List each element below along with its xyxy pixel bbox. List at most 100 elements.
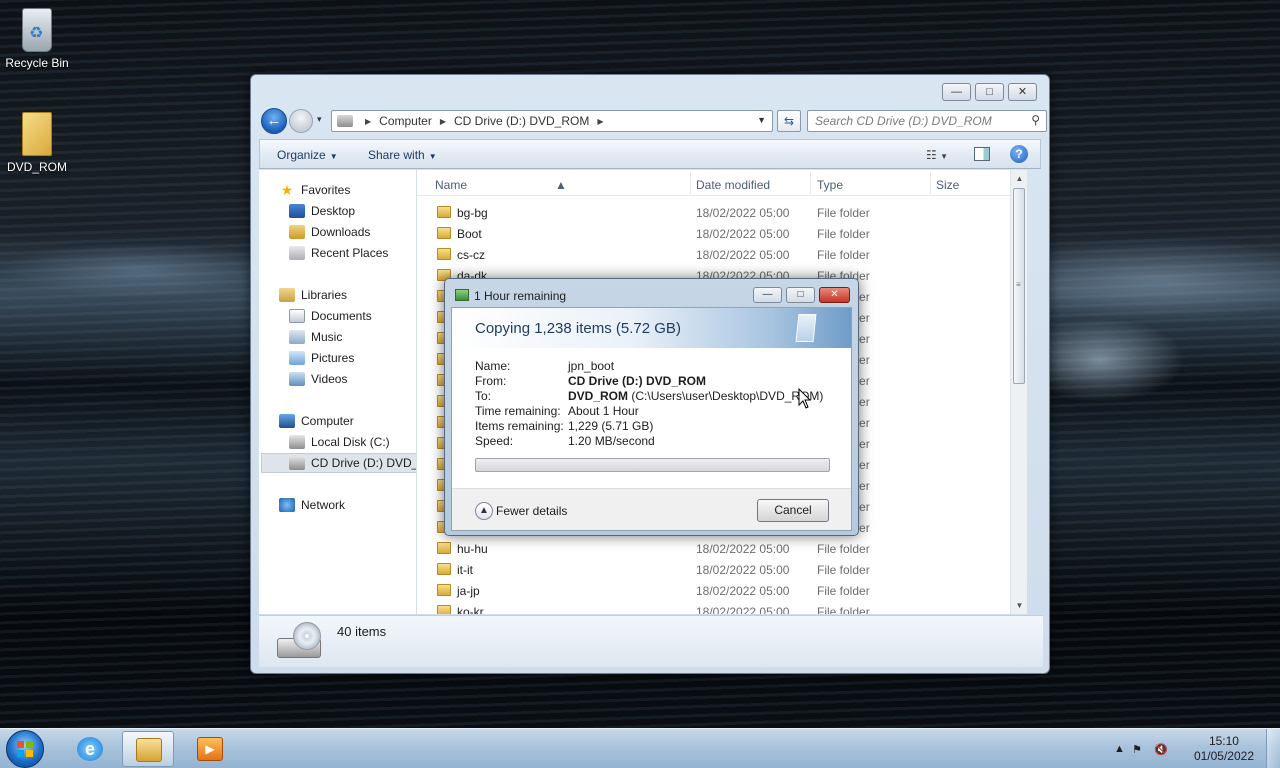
nav-favorites[interactable]: ★ Favorites (279, 181, 351, 199)
navigation-pane: ★ Favorites Desktop Downloads Recent Plac… (259, 170, 417, 614)
taskbar: e ▶ ▲ ⚑ 🔇 15:10 01/05/2022 (0, 728, 1280, 768)
file-row[interactable]: ko-kr 18/02/2022 05:00 File folder (417, 601, 1027, 614)
column-divider[interactable] (810, 172, 811, 194)
copy-heading: Copying 1,238 items (5.72 GB) (475, 320, 681, 337)
videos-icon (289, 372, 305, 386)
file-row[interactable]: it-it 18/02/2022 05:00 File folder (417, 559, 1027, 580)
forward-button[interactable] (289, 109, 313, 133)
nav-local-disk[interactable]: Local Disk (C:) (289, 433, 390, 451)
copy-icon (455, 289, 469, 301)
window-controls: — □ ✕ (942, 83, 1037, 101)
internet-explorer-icon: e (77, 737, 103, 761)
close-button[interactable]: ✕ (1008, 83, 1037, 101)
copy-progress-dialog: 1 Hour remaining — □ ✕ Copying 1,238 ite… (444, 278, 859, 536)
start-button[interactable] (6, 730, 44, 768)
destination-path: (C:\Users\user\Desktop\DVD_ROM) (631, 389, 824, 403)
scroll-down-icon[interactable]: ▼ (1011, 597, 1027, 614)
page-flip-icon (795, 314, 817, 342)
nav-recent-places-label: Recent Places (311, 246, 389, 260)
file-row[interactable]: cs-cz 18/02/2022 05:00 File folder (417, 244, 1027, 265)
help-button[interactable]: ? (1010, 145, 1028, 163)
address-bar[interactable]: ▶ Computer ▶ CD Drive (D:) DVD_ROM ▶ ▼ (331, 110, 773, 132)
vertical-scrollbar[interactable]: ▲ ≡ ▼ (1010, 170, 1027, 614)
column-size[interactable]: Size (936, 178, 959, 192)
fewer-details-toggle[interactable]: ▲ Fewer details (475, 502, 567, 520)
system-clock[interactable]: 15:10 01/05/2022 (1194, 734, 1254, 764)
file-row[interactable]: bg-bg 18/02/2022 05:00 File folder (417, 202, 1027, 223)
minimize-button[interactable]: — (942, 83, 971, 101)
file-row[interactable]: Boot 18/02/2022 05:00 File folder (417, 223, 1027, 244)
share-with-menu[interactable]: Share with ▼ (368, 148, 437, 162)
column-name[interactable]: Name (435, 178, 467, 192)
libraries-icon (279, 288, 295, 302)
file-row[interactable]: hu-hu 18/02/2022 05:00 File folder (417, 538, 1027, 559)
destination-link[interactable]: DVD_ROM (568, 389, 628, 403)
file-row[interactable]: ja-jp 18/02/2022 05:00 File folder (417, 580, 1027, 601)
search-input[interactable]: Search CD Drive (D:) DVD_ROM ⚲ (807, 110, 1047, 132)
recent-pages-dropdown[interactable]: ▾ (317, 114, 322, 125)
notification-area: ▲ ⚑ 🔇 15:10 01/05/2022 (1110, 729, 1280, 768)
column-date-modified[interactable]: Date modified (696, 178, 770, 192)
nav-libraries[interactable]: Libraries (279, 286, 347, 304)
show-hidden-icons-button[interactable]: ▲ (1114, 743, 1125, 755)
back-button[interactable]: ← (261, 108, 287, 134)
dialog-close-button[interactable]: ✕ (819, 287, 850, 303)
maximize-button[interactable]: □ (975, 83, 1004, 101)
file-name: Boot (457, 227, 482, 241)
command-bar: Organize ▼ Share with ▼ ☷ ▼ ? (259, 139, 1041, 169)
refresh-button[interactable]: ⇆ (777, 110, 801, 132)
dialog-minimize-button[interactable]: — (753, 287, 782, 303)
preview-pane-button[interactable] (974, 147, 990, 161)
libraries-label: Libraries (301, 288, 348, 302)
nav-music[interactable]: Music (289, 328, 342, 346)
recycle-bin-desktop-icon[interactable]: Recycle Bin (0, 8, 74, 70)
cancel-button[interactable]: Cancel (757, 499, 829, 522)
dialog-content: Copying 1,238 items (5.72 GB) Name: jpn_b… (451, 307, 852, 531)
nav-pictures[interactable]: Pictures (289, 349, 354, 367)
taskbar-internet-explorer[interactable]: e (64, 731, 116, 767)
column-divider[interactable] (690, 172, 691, 194)
breadcrumb-cd-drive[interactable]: CD Drive (D:) DVD_ROM (454, 114, 589, 128)
close-icon: ✕ (1017, 86, 1028, 98)
nav-videos[interactable]: Videos (289, 370, 347, 388)
file-name: it-it (457, 563, 473, 577)
mouse-cursor-icon (798, 388, 812, 409)
nav-documents[interactable]: Documents (289, 307, 372, 325)
column-divider[interactable] (930, 172, 931, 194)
file-date: 18/02/2022 05:00 (696, 584, 790, 598)
column-type[interactable]: Type (817, 178, 843, 192)
nav-downloads[interactable]: Downloads (289, 223, 370, 241)
detail-items-remaining: Items remaining: 1,229 (5.71 GB) (475, 419, 653, 433)
nav-recent-places[interactable]: Recent Places (289, 244, 388, 262)
clock-date: 01/05/2022 (1193, 749, 1254, 763)
action-center-icon[interactable]: ⚑ (1132, 743, 1142, 756)
maximize-icon: □ (797, 289, 804, 300)
search-placeholder: Search CD Drive (D:) DVD_ROM (815, 114, 992, 128)
taskbar-windows-explorer[interactable] (122, 731, 174, 767)
detail-key: To: (475, 389, 492, 403)
taskbar-media-player[interactable]: ▶ (184, 731, 236, 767)
volume-muted-icon[interactable]: 🔇 (1154, 743, 1168, 756)
file-date: 18/02/2022 05:00 (696, 248, 790, 262)
file-name: cs-cz (457, 248, 485, 262)
organize-menu[interactable]: Organize ▼ (277, 148, 338, 162)
source-link[interactable]: CD Drive (D:) DVD_ROM (568, 374, 706, 388)
breadcrumb-computer[interactable]: Computer (379, 114, 432, 128)
dvd-rom-desktop-folder[interactable]: DVD_ROM (0, 112, 74, 174)
change-view-button[interactable]: ☷ ▼ (926, 148, 948, 162)
scroll-up-icon[interactable]: ▲ (1011, 170, 1027, 187)
nav-desktop[interactable]: Desktop (289, 202, 355, 220)
nav-cd-drive[interactable]: CD Drive (D:) DVD_ROM (261, 453, 416, 473)
file-type: File folder (817, 248, 870, 262)
nav-computer[interactable]: Computer (279, 412, 354, 430)
minimize-icon: — (762, 289, 773, 300)
scroll-grip-icon: ≡ (1016, 280, 1021, 289)
chevron-right-icon[interactable]: ▶ (597, 117, 603, 126)
nav-network[interactable]: Network (279, 496, 345, 514)
dialog-maximize-button[interactable]: □ (786, 287, 815, 303)
show-desktop-button[interactable] (1266, 729, 1280, 768)
address-dropdown-icon[interactable]: ▼ (757, 115, 766, 125)
detail-from: From: CD Drive (D:) DVD_ROM (475, 374, 706, 388)
detail-time-remaining: Time remaining: About 1 Hour (475, 404, 639, 418)
file-type: File folder (817, 584, 870, 598)
